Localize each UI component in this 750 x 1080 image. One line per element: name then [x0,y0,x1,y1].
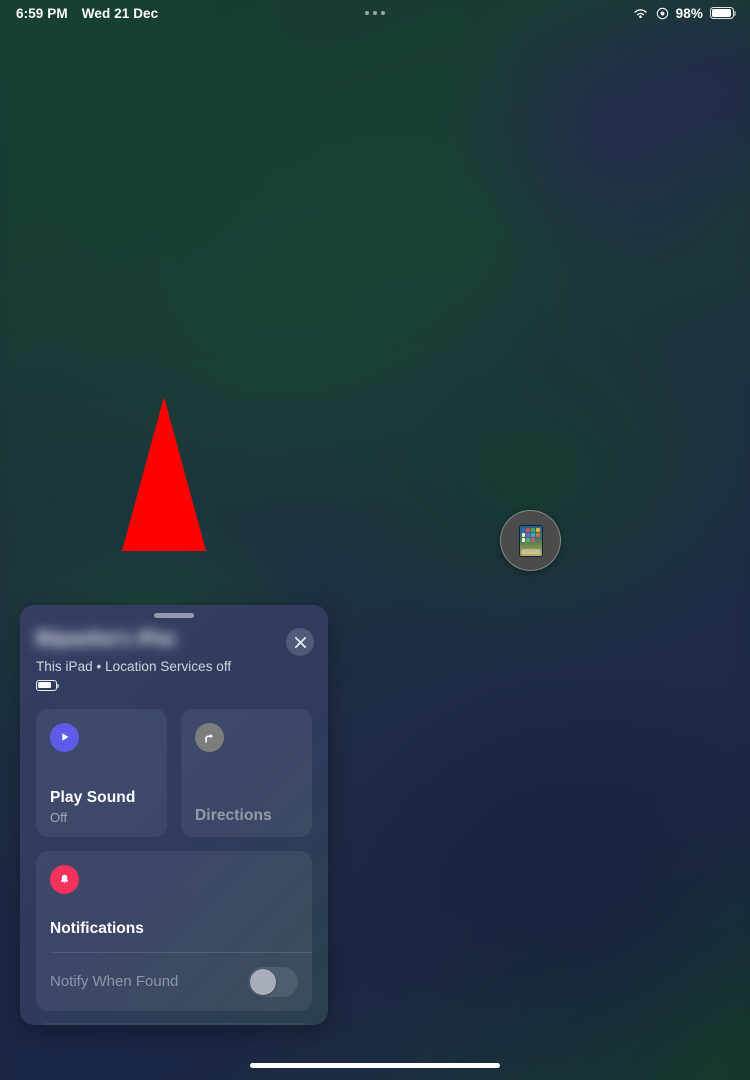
notifications-card: Notifications Notify When Found [36,850,312,1011]
wifi-icon [634,8,647,18]
device-detail-sheet: Bipasha's iPad This iPad • Location Serv… [20,605,328,1025]
notifications-title: Notifications [50,919,144,937]
red-triangle-pointer [122,397,206,551]
directions-title: Directions [195,806,272,824]
status-time: 6:59 PM [16,5,68,21]
close-icon [294,636,306,648]
notify-when-found-toggle[interactable] [248,966,298,997]
next-card-partial[interactable] [36,1022,312,1025]
home-indicator-bar[interactable] [250,1063,500,1068]
directions-card[interactable]: Directions [181,708,312,837]
notify-when-found-row[interactable]: Notify When Found [50,953,298,1011]
status-bar: 6:59 PM Wed 21 Dec 98% [0,0,750,26]
sheet-header: Bipasha's iPad This iPad • Location Serv… [20,618,328,691]
device-subtitle: This iPad • Location Services off [36,659,232,674]
screen: 6:59 PM Wed 21 Dec 98% Bipasha's iPad Th… [0,0,750,1080]
action-cards: Play Sound Off Directions [20,691,328,837]
close-button[interactable] [286,628,314,656]
location-services-icon [656,7,668,19]
status-bar-left: 6:59 PM Wed 21 Dec [16,6,158,21]
notify-when-found-label: Notify When Found [50,973,179,990]
play-sound-subtitle: Off [50,809,68,825]
bell-icon [50,864,79,894]
battery-full-icon [710,7,737,19]
play-sound-title: Play Sound [50,788,136,806]
device-battery-icon [36,680,59,691]
status-date: Wed 21 Dec [81,5,159,21]
status-bar-right: 98% [632,5,737,21]
directions-arrow-icon [195,722,224,752]
play-icon [50,722,79,752]
ipad-home-screen-thumbnail [518,524,543,557]
device-name: Bipasha's iPad [36,628,176,650]
more-dots-icon[interactable] [365,11,385,15]
battery-percent-label: 98% [675,5,703,21]
play-sound-card[interactable]: Play Sound Off [36,708,167,837]
device-location-marker[interactable] [500,510,561,571]
